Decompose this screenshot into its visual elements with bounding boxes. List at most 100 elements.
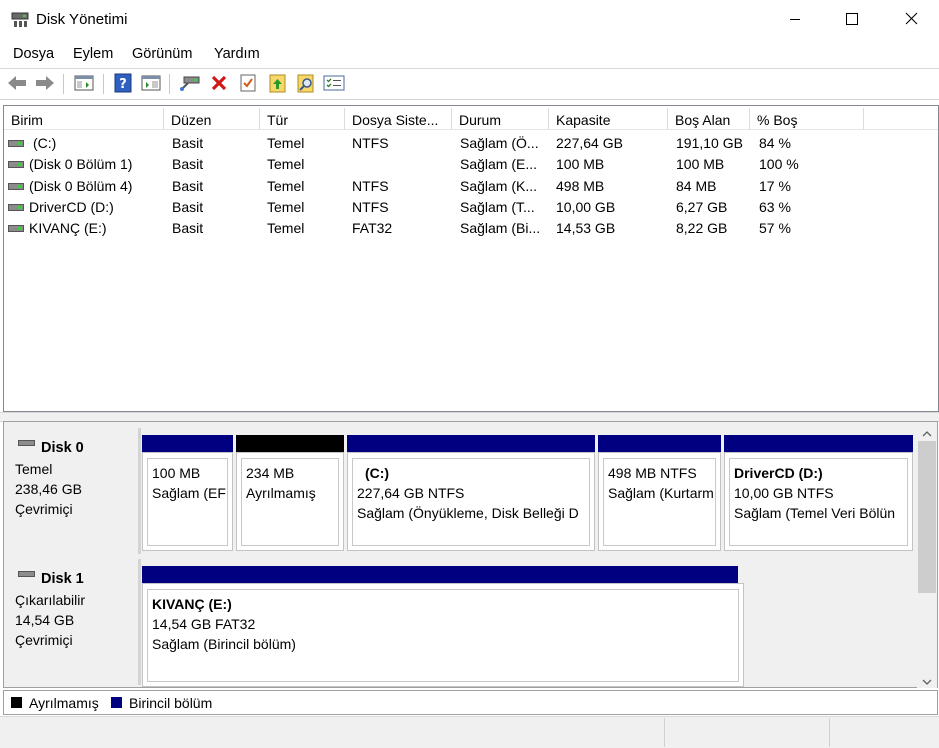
table-cell: 6,27 GB	[676, 198, 728, 215]
legend-swatch-primary	[111, 697, 122, 708]
partition-status: Sağlam (Kurtarm	[608, 485, 714, 501]
table-cell: Temel	[267, 135, 305, 151]
column-header-dosya-sistemi[interactable]: Dosya Siste...	[345, 108, 452, 130]
table-cell: 227,64 GB	[556, 135, 623, 151]
action-pane-icon	[141, 74, 161, 95]
table-cell: FAT32	[352, 220, 393, 237]
console-tree-icon	[74, 74, 94, 95]
scroll-down-arrow-icon[interactable]	[921, 674, 933, 690]
help-icon: ?	[114, 73, 132, 96]
volume-icon	[8, 161, 24, 169]
delete-icon	[210, 74, 228, 95]
table-cell: Sağlam (T...	[460, 198, 535, 215]
partition-disk1-e[interactable]: KIVANÇ (E:) 14,54 GB FAT32 Sağlam (Birinci…	[142, 583, 744, 687]
column-header-tur[interactable]: Tür	[260, 108, 345, 130]
table-cell: 100 MB	[676, 156, 725, 173]
properties-list-button[interactable]	[323, 73, 345, 95]
action-pane-button[interactable]	[140, 73, 162, 95]
menu-gorunum[interactable]: Görünüm	[132, 46, 192, 62]
toolbar-separator	[103, 74, 104, 94]
partition-bar	[724, 435, 913, 452]
check-button[interactable]	[237, 73, 259, 95]
table-cell: 8,22 GB	[676, 220, 728, 237]
partition-disk0-c[interactable]: (C:) 227,64 GB NTFS Sağlam (Önyükleme, Dis…	[347, 452, 595, 551]
partition-status: Sağlam (EF	[152, 485, 226, 501]
table-cell: (Disk 0 Bölüm 1)	[29, 156, 133, 173]
minimize-button[interactable]	[772, 0, 818, 40]
table-cell: Basit	[172, 156, 204, 173]
menu-yardim[interactable]: Yardım	[214, 46, 260, 62]
menu-eylem[interactable]: Eylem	[73, 46, 113, 62]
table-cell: 84 MB	[676, 177, 717, 194]
table-cell: Sağlam (Bi...	[460, 220, 541, 237]
disk-management-app-icon	[11, 12, 29, 28]
partition-disk0-efi[interactable]: 100 MB Sağlam (EF	[142, 452, 233, 551]
folder-search-button[interactable]	[295, 73, 317, 95]
column-header-durum[interactable]: Durum	[452, 108, 549, 130]
column-header-bos-alan[interactable]: Boş Alan	[668, 108, 750, 130]
column-header-birim[interactable]: Birim	[4, 108, 164, 130]
table-cell: Sağlam (E...	[460, 156, 538, 173]
properties-list-icon	[323, 74, 345, 95]
partition-name: DriverCD (D:)	[734, 465, 823, 481]
table-cell: 100 %	[759, 156, 799, 173]
toolbar-separator	[63, 74, 64, 94]
connect-disk-icon	[179, 74, 201, 95]
table-cell: 14,53 GB	[556, 220, 616, 237]
column-header-kapasite[interactable]: Kapasite	[549, 108, 668, 130]
forward-button[interactable]	[34, 73, 56, 95]
column-header-yuzde-bos[interactable]: % Boş	[750, 108, 864, 130]
delete-button[interactable]	[208, 73, 230, 95]
table-cell: 100 MB	[556, 156, 605, 173]
console-tree-button[interactable]	[73, 73, 95, 95]
folder-up-button[interactable]	[267, 73, 289, 95]
disk-1-type: Çıkarılabilir	[15, 592, 86, 608]
back-button[interactable]	[6, 73, 28, 95]
maximize-button[interactable]	[829, 0, 875, 40]
table-cell: KIVANÇ (E:)	[29, 220, 107, 237]
table-cell: NTFS	[352, 135, 389, 151]
svg-text:?: ?	[119, 77, 127, 92]
table-cell: NTFS	[352, 198, 389, 215]
volume-icon	[8, 140, 24, 147]
partition-size: 227,64 GB NTFS	[357, 485, 465, 501]
status-bar	[0, 716, 939, 748]
scrollbar-thumb[interactable]	[918, 441, 936, 593]
partition-disk0-d[interactable]: DriverCD (D:) 10,00 GB NTFS Sağlam (Temel …	[724, 452, 913, 551]
table-cell: (C:)	[33, 135, 57, 151]
help-button[interactable]: ?	[112, 73, 134, 95]
table-cell: Basit	[172, 220, 204, 237]
partition-disk0-unallocated[interactable]: 234 MB Ayrılmamış	[236, 452, 344, 551]
table-cell: Basit	[172, 177, 204, 194]
close-button[interactable]	[888, 0, 934, 40]
scroll-up-arrow-icon[interactable]	[921, 426, 933, 442]
table-cell: Temel	[267, 198, 305, 215]
partition-size: 10,00 GB NTFS	[734, 485, 834, 501]
folder-up-icon	[268, 73, 288, 96]
status-bar-cell	[829, 718, 830, 747]
partition-status: Sağlam (Temel Veri Bölün	[734, 505, 896, 521]
partition-name: (C:)	[365, 465, 390, 481]
partition-status: Sağlam (Birincil bölüm)	[152, 636, 296, 652]
table-cell: 63 %	[759, 198, 791, 215]
table-cell: 57 %	[759, 220, 791, 237]
partition-status: Ayrılmamış	[246, 485, 316, 501]
minimize-icon	[789, 12, 801, 28]
partition-bar	[347, 435, 595, 452]
table-cell: NTFS	[352, 177, 389, 194]
folder-search-icon	[296, 73, 316, 96]
disk-0-type: Temel	[15, 461, 53, 477]
partition-bar	[598, 435, 721, 452]
connect-disk-button[interactable]	[179, 73, 201, 95]
disk-0-state: Çevrimiçi	[15, 501, 73, 517]
forward-arrow-icon	[34, 74, 56, 95]
table-cell: Temel	[267, 177, 305, 194]
column-header-duzen[interactable]: Düzen	[164, 108, 260, 130]
table-cell: 498 MB	[556, 177, 605, 194]
column-header-filler	[864, 108, 938, 130]
table-cell: 10,00 GB	[556, 198, 616, 215]
menu-dosya[interactable]: Dosya	[13, 46, 54, 62]
partition-size: 498 MB NTFS	[608, 465, 697, 481]
back-arrow-icon	[6, 74, 28, 95]
partition-disk0-recovery[interactable]: 498 MB NTFS Sağlam (Kurtarm	[598, 452, 721, 551]
